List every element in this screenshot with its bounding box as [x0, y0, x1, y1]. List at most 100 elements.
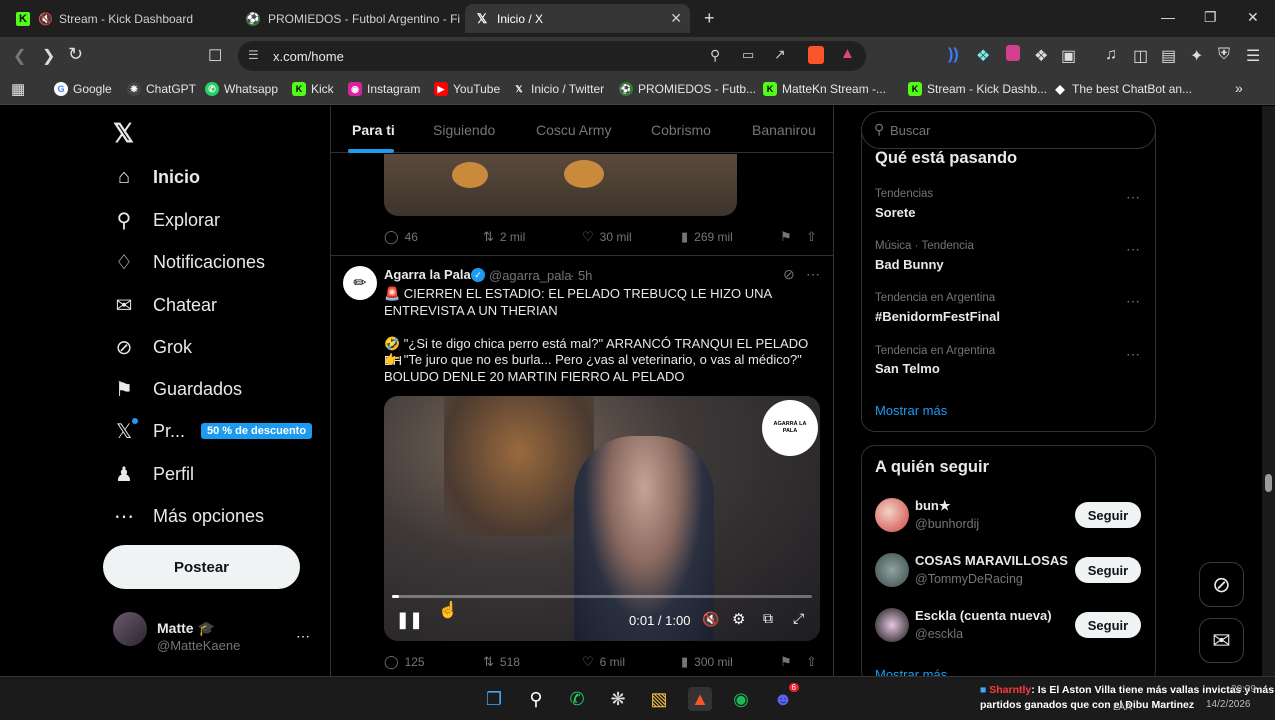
tweet-time[interactable]: · 5h [570, 268, 592, 283]
minimize-button[interactable]: — [1161, 9, 1175, 25]
share-icon[interactable]: ↗ [774, 46, 786, 63]
prev-like-action[interactable]: ♡ 30 mil [582, 229, 632, 245]
bookmark-chatbot[interactable]: ◆ The best ChatBot an... [1053, 82, 1192, 96]
sidebar-item-mas-opciones[interactable]: ⋯ Más opciones [113, 505, 264, 528]
scrollbar-thumb[interactable] [1265, 474, 1272, 492]
bookmark-youtube[interactable]: ▶ YouTube [434, 82, 500, 96]
trend-name[interactable]: Bad Bunny [875, 257, 944, 272]
follow-button[interactable]: Seguir [1075, 557, 1141, 583]
more-bookmarks-icon[interactable]: » [1235, 80, 1243, 96]
follow-name[interactable]: bun★ [915, 498, 950, 514]
bookmark-chatgpt[interactable]: ❋ ChatGPT [127, 82, 196, 96]
extension-u-icon[interactable] [1006, 45, 1020, 61]
brave-rewards-icon[interactable]: ▲ [840, 45, 855, 62]
avatar[interactable] [875, 553, 909, 587]
media-icon[interactable]: ♫ [1105, 46, 1117, 64]
tab-kick-dashboard[interactable]: K 🔇 Stream - Kick Dashboard [6, 4, 232, 33]
prev-reply-action[interactable]: ◯ 46 [384, 229, 418, 245]
prev-bookmark-action[interactable]: ⚑ [780, 229, 798, 245]
file-explorer-icon[interactable]: ▧ [647, 687, 671, 711]
search-icon[interactable]: ⚲ [524, 687, 548, 711]
sidebar-item-guardados[interactable]: ⚑ Guardados [113, 378, 242, 401]
prev-tweet-image[interactable] [384, 154, 737, 216]
restore-button[interactable]: ❐ [1204, 9, 1217, 26]
repost-action[interactable]: ⇅ 518 [483, 654, 520, 670]
grok-float-button[interactable]: ⊘ [1199, 562, 1244, 607]
tweet-author-name[interactable]: Agarra la Pala [384, 267, 471, 282]
fullscreen-icon[interactable]: ⤢ [793, 610, 804, 627]
discord-icon[interactable]: ☻ 6 [771, 683, 799, 711]
wallet-icon[interactable]: ▤ [1161, 46, 1176, 66]
leo-ai-icon[interactable]: ✦ [1190, 46, 1203, 66]
zoom-icon[interactable]: ⚲ [710, 47, 720, 64]
follow-name[interactable]: Esckla (cuenta nueva) [915, 608, 1052, 623]
sidebar-item-premium[interactable]: 𝕏 Pr... 50 % de descuento [113, 418, 313, 443]
post-button[interactable]: Postear [103, 545, 300, 589]
bookmark-action[interactable]: ⚑ [780, 654, 798, 670]
messages-float-button[interactable]: ✉ [1199, 618, 1244, 663]
mute-icon[interactable]: 🔇 [702, 611, 719, 628]
brave-browser-icon[interactable]: ▲ [688, 687, 712, 711]
trend-name[interactable]: Sorete [875, 205, 915, 220]
language-indicator[interactable]: LAA [1113, 702, 1132, 713]
bookmark-mattekn-stream[interactable]: K MatteKn Stream -... [763, 82, 886, 96]
avatar[interactable] [875, 498, 909, 532]
close-window-button[interactable]: ✕ [1247, 9, 1259, 26]
sidebar-item-inicio[interactable]: ⌂ Inicio [113, 166, 200, 188]
sidebar-item-grok[interactable]: ⊘ Grok [113, 336, 192, 359]
chatgpt-icon[interactable]: ❋ [606, 687, 630, 711]
share-action[interactable]: ⇧ [806, 654, 823, 670]
address-bar[interactable]: ☰ x.com/home ⚲ ▭ ↗ ▲ [238, 41, 866, 71]
sidebar-item-chatear[interactable]: ✉ Chatear [113, 294, 217, 317]
like-action[interactable]: ♡ 6 mil [582, 654, 625, 670]
muted-audio-icon[interactable]: 🔇 [38, 12, 53, 26]
tab-para-ti[interactable]: Para ti [352, 122, 395, 138]
forward-icon[interactable]: ❯ [42, 46, 55, 66]
prev-views-action[interactable]: ▮ 269 mil [681, 229, 733, 245]
views-action[interactable]: ▮ 300 mil [681, 654, 733, 670]
site-settings-icon[interactable]: ☰ [248, 48, 259, 62]
tab-cobrismo[interactable]: Cobrismo [651, 122, 711, 138]
grok-icon[interactable]: ⊘ [783, 266, 795, 283]
sidebar-item-explorar[interactable]: ⚲ Explorar [113, 209, 220, 232]
extension-translate-icon[interactable]: ❖ [976, 46, 990, 66]
trend-more-icon[interactable]: ⋯ [1126, 346, 1141, 363]
trend-more-icon[interactable]: ⋯ [1126, 189, 1141, 206]
follow-button[interactable]: Seguir [1075, 502, 1141, 528]
cast-icon[interactable]: ▭ [742, 47, 754, 63]
video-progress-track[interactable] [392, 595, 812, 598]
extensions-puzzle-icon[interactable]: ❖ [1034, 46, 1048, 66]
extension-box-icon[interactable]: ▣ [1061, 46, 1076, 66]
follow-button[interactable]: Seguir [1075, 612, 1141, 638]
extension-audio-icon[interactable]: )) [948, 46, 959, 64]
avatar[interactable] [113, 612, 147, 646]
tab-inicio-x[interactable]: 𝕏 Inicio / X ✕ [465, 4, 690, 33]
follow-name[interactable]: COSAS MARAVILLOSAS [915, 553, 1068, 568]
bookmark-twitter[interactable]: 𝕏 Inicio / Twitter [512, 82, 604, 96]
trend-name[interactable]: #BenidormFestFinal [875, 309, 1000, 324]
tweet-more-icon[interactable]: ⋯ [806, 266, 820, 283]
trend-name[interactable]: San Telmo [875, 361, 940, 376]
sidebar-item-perfil[interactable]: ♟ Perfil [113, 463, 194, 486]
tab-bananirou[interactable]: Bananirou [752, 122, 816, 138]
sidebar-toggle-icon[interactable]: ◫ [1133, 46, 1148, 66]
settings-gear-icon[interactable]: ⚙ [732, 610, 745, 628]
x-logo-icon[interactable]: 𝕏 [113, 118, 134, 149]
bookmark-google[interactable]: G Google [54, 82, 112, 96]
reload-icon[interactable]: ↻ [68, 44, 83, 65]
windows-start-icon[interactable]: ❐ [482, 687, 506, 711]
bookmark-whatsapp[interactable]: ✆ Whatsapp [205, 82, 278, 96]
back-icon[interactable]: ❮ [13, 46, 26, 66]
trends-show-more-link[interactable]: Mostrar más [875, 403, 947, 418]
trend-more-icon[interactable]: ⋯ [1126, 293, 1141, 310]
bookmark-instagram[interactable]: ◉ Instagram [348, 82, 420, 96]
bookmark-page-icon[interactable]: ☐ [208, 46, 222, 66]
bookmark-promiedos[interactable]: ⚽ PROMIEDOS - Futb... [619, 82, 756, 96]
follow-show-more-link[interactable]: Mostrar más [875, 667, 947, 676]
vpn-shield-icon[interactable]: ⛨ [1218, 46, 1230, 64]
apps-grid-icon[interactable]: ▦ [11, 80, 25, 98]
new-tab-button[interactable]: + [704, 8, 715, 29]
prev-repost-action[interactable]: ⇅ 2 mil [483, 229, 525, 245]
pause-icon[interactable]: ❚❚ [396, 610, 423, 630]
menu-icon[interactable]: ☰ [1246, 46, 1260, 66]
